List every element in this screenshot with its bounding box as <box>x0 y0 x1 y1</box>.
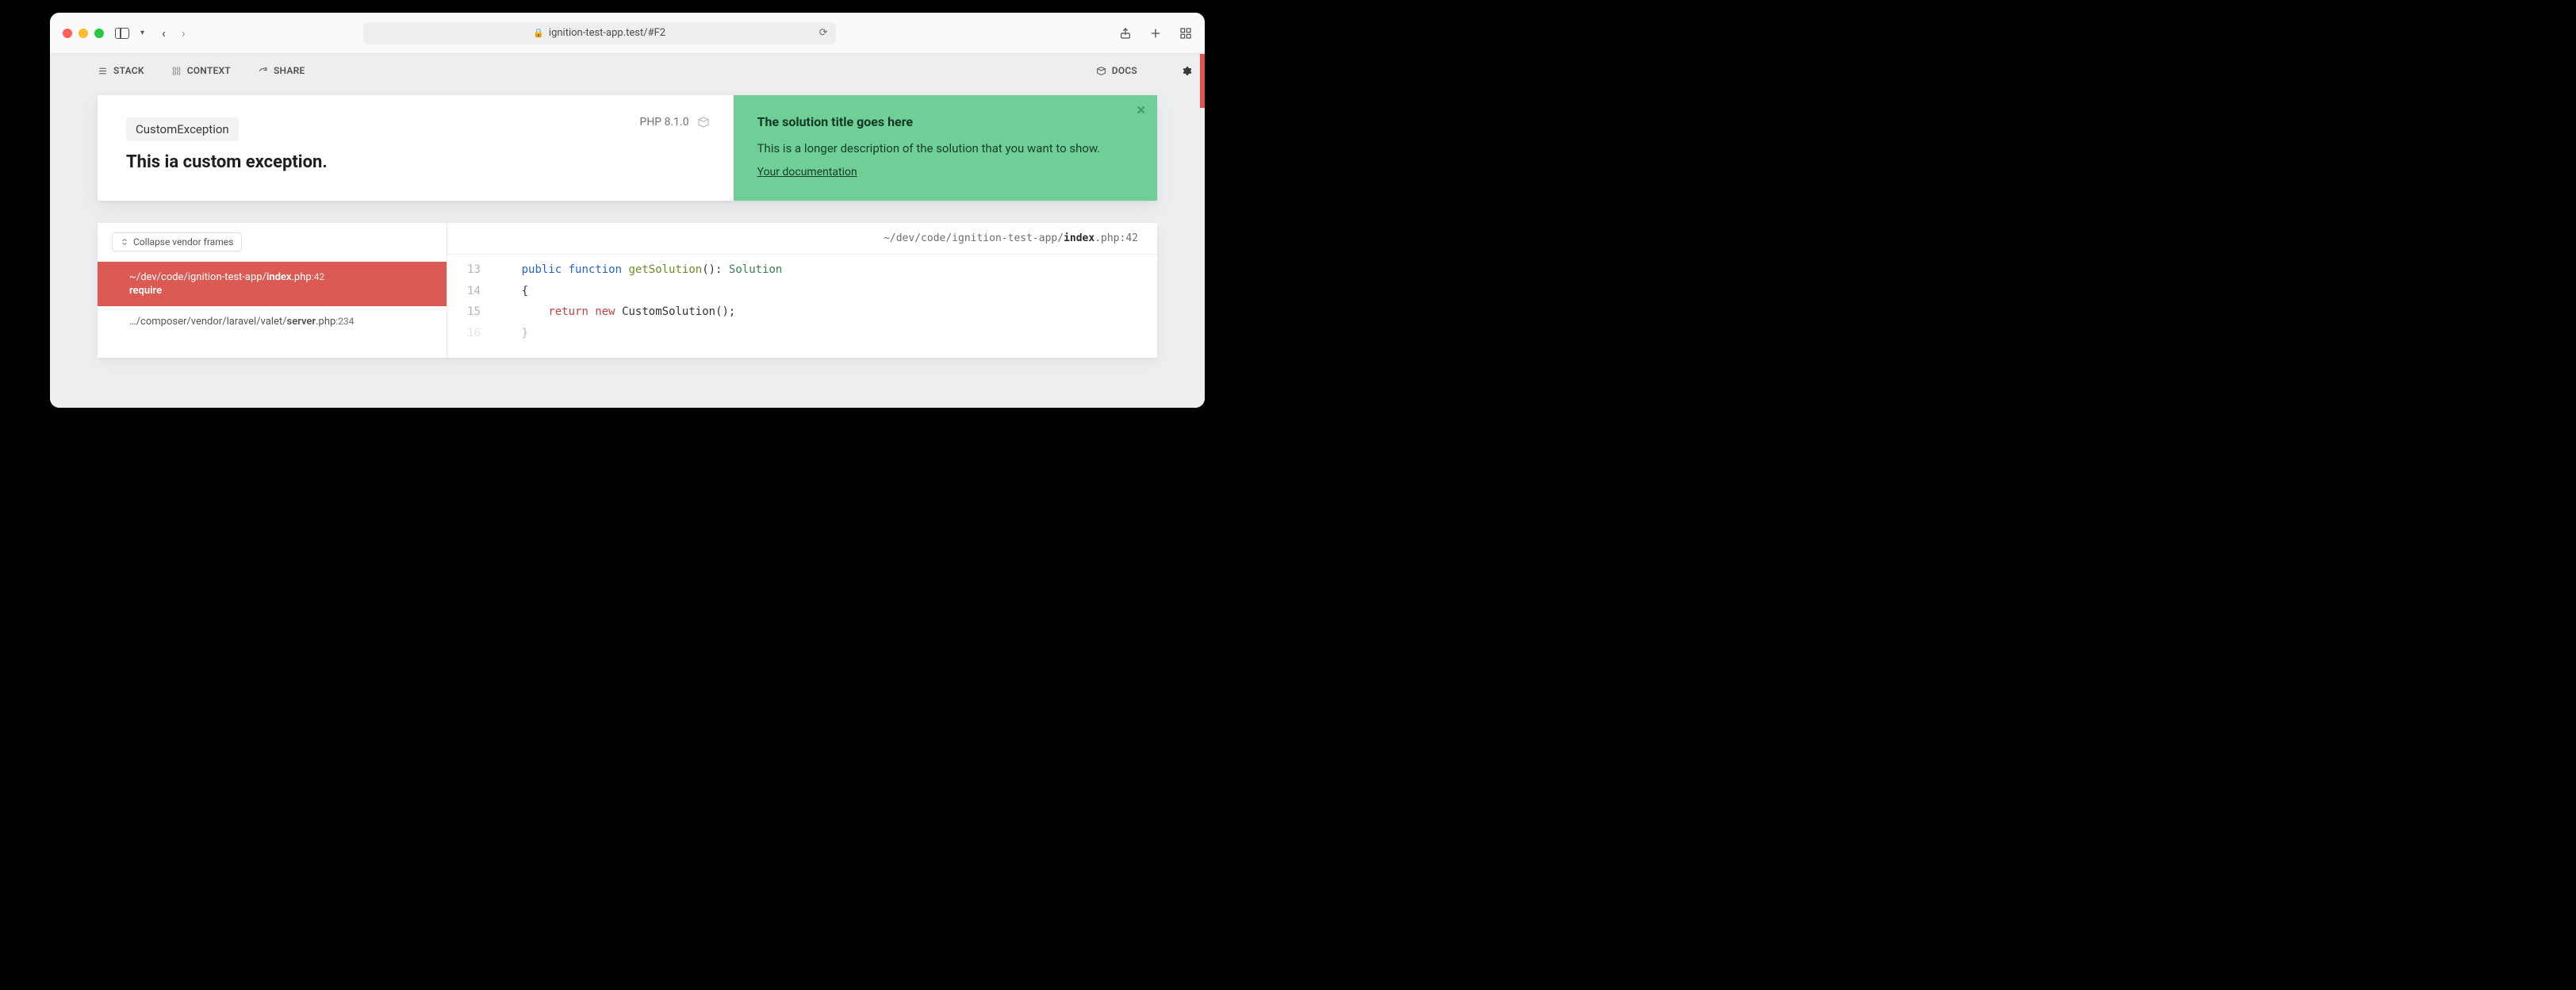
code-line: 13 public function getSolution(): Soluti… <box>447 259 1157 281</box>
solution-link[interactable]: Your documentation <box>757 166 857 178</box>
exception-summary: CustomException This ia custom exception… <box>98 95 734 201</box>
code-line: 15 return new CustomSolution(); <box>447 301 1157 323</box>
browser-window: ▾ ‹ › 🔒 ignition-test-app.test/#F2 ⟳ <box>50 13 1205 408</box>
tab-stack[interactable]: STACK <box>98 65 144 76</box>
window-controls[interactable] <box>63 29 104 38</box>
exception-class-badge: CustomException <box>126 117 239 141</box>
frame-item[interactable]: …/composer/vendor/laravel/valet/server.p… <box>98 306 447 337</box>
php-version: PHP 8.1.0 <box>639 116 688 129</box>
exception-message: This ia custom exception. <box>126 152 705 172</box>
address-bar[interactable]: 🔒 ignition-test-app.test/#F2 ⟳ <box>363 22 836 44</box>
code-line: 14 { <box>447 281 1157 302</box>
laravel-icon <box>1096 66 1106 76</box>
code-lines: 13 public function getSolution(): Soluti… <box>447 255 1157 343</box>
stack-icon <box>98 66 108 76</box>
tab-share[interactable]: SHARE <box>258 65 305 76</box>
solution-panel: ✕ The solution title goes here This is a… <box>734 95 1157 201</box>
code-viewer: ~/dev/code/ignition-test-app/index.php:4… <box>447 223 1157 358</box>
share-arrow-icon <box>258 66 268 76</box>
lock-icon: 🔒 <box>533 28 544 38</box>
tab-dropdown-icon[interactable]: ▾ <box>140 29 144 37</box>
browser-titlebar: ▾ ‹ › 🔒 ignition-test-app.test/#F2 ⟳ <box>50 13 1205 54</box>
share-icon[interactable] <box>1119 27 1132 40</box>
tab-context[interactable]: CONTEXT <box>171 65 231 76</box>
minimize-window[interactable] <box>79 29 88 38</box>
collapse-vendor-button[interactable]: Collapse vendor frames <box>112 232 242 251</box>
forward-button[interactable]: › <box>182 25 186 40</box>
error-indicator-strip <box>1200 54 1205 108</box>
frame-active[interactable]: ~/dev/code/ignition-test-app/index.php:4… <box>98 262 447 306</box>
close-icon[interactable]: ✕ <box>1136 103 1146 117</box>
context-icon <box>171 66 182 76</box>
solution-description: This is a longer description of the solu… <box>757 140 1133 158</box>
stack-trace: Collapse vendor frames ~/dev/code/igniti… <box>98 223 1157 358</box>
collapse-icon <box>121 238 128 246</box>
ignition-tabbar: STACK CONTEXT SHARE DOCS <box>50 54 1205 84</box>
code-file-path: ~/dev/code/ignition-test-app/index.php:4… <box>447 223 1157 255</box>
code-line: 16 } <box>447 323 1157 344</box>
close-window[interactable] <box>63 29 72 38</box>
tab-docs[interactable]: DOCS <box>1096 65 1137 76</box>
maximize-window[interactable] <box>94 29 104 38</box>
frame-list: Collapse vendor frames ~/dev/code/igniti… <box>98 223 447 358</box>
new-tab-icon[interactable] <box>1149 27 1162 40</box>
page-content: STACK CONTEXT SHARE DOCS CustomExcepti <box>50 54 1205 408</box>
url-text: ignition-test-app.test/#F2 <box>549 27 665 39</box>
reload-icon[interactable]: ⟳ <box>819 27 828 39</box>
gear-icon[interactable] <box>1182 66 1192 76</box>
tab-overview-icon[interactable] <box>1179 27 1192 40</box>
laravel-icon <box>697 116 710 129</box>
exception-card: CustomException This ia custom exception… <box>98 95 1157 201</box>
sidebar-toggle-icon[interactable] <box>115 28 129 39</box>
back-button[interactable]: ‹ <box>162 25 166 40</box>
solution-title: The solution title goes here <box>757 114 1133 129</box>
